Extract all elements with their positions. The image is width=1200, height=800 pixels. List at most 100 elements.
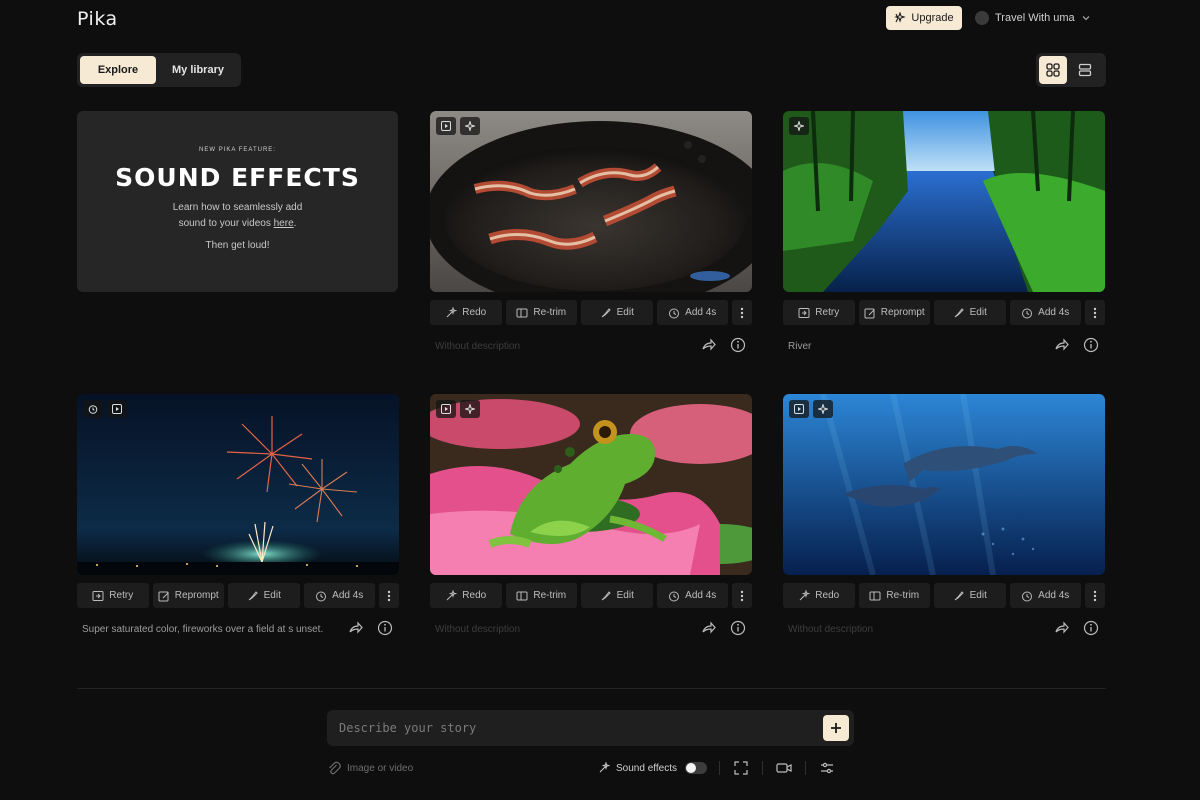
add-4s-button[interactable]: Add 4s	[1009, 300, 1081, 325]
retrim-button[interactable]: Re-trim	[858, 583, 930, 608]
add-4s-button[interactable]: Add 4s	[656, 583, 728, 608]
toggle-switch[interactable]	[684, 762, 707, 774]
card-meta: Without description	[430, 618, 752, 646]
retrim-button[interactable]: Re-trim	[505, 583, 577, 608]
attach-media-button[interactable]: Image or video	[327, 761, 413, 775]
info-icon[interactable]	[377, 620, 393, 636]
brush-icon	[954, 307, 964, 317]
video-thumbnail[interactable]	[783, 394, 1105, 575]
video-thumbnail[interactable]	[783, 111, 1105, 292]
reprompt-button[interactable]: Reprompt	[858, 300, 930, 325]
promo-kicker: NEW PIKA FEATURE:	[199, 147, 276, 153]
add-4s-button[interactable]: Add 4s	[303, 583, 375, 608]
more-vertical-icon	[740, 590, 744, 601]
info-icon[interactable]	[730, 620, 746, 636]
thumbnail-badges	[789, 117, 809, 135]
plus-icon	[831, 723, 841, 733]
add-4s-button[interactable]: Add 4s	[1009, 583, 1081, 608]
more-options-button[interactable]	[379, 583, 399, 608]
retrim-button[interactable]: Re-trim	[505, 300, 577, 325]
dolphins-image	[783, 394, 1105, 575]
reprompt-button[interactable]: Reprompt	[152, 583, 224, 608]
add-4s-button[interactable]: Add 4s	[656, 300, 728, 325]
river-image	[783, 111, 1105, 292]
video-card[interactable]: Retry Reprompt Edit Add 4s River	[783, 111, 1105, 363]
separator	[718, 761, 720, 775]
view-toggle	[1036, 53, 1106, 87]
edit-button[interactable]: Edit	[934, 583, 1006, 608]
sound-effects-toggle[interactable]: Sound effects	[598, 762, 707, 774]
video-card[interactable]: Redo Re-trim Edit Add 4s Without descrip…	[783, 394, 1105, 646]
retry-button[interactable]: Retry	[783, 300, 855, 325]
story-prompt-input[interactable]	[339, 719, 779, 737]
tab-my-library[interactable]: My library	[160, 56, 236, 84]
magic-icon	[446, 589, 458, 600]
more-vertical-icon	[1093, 307, 1097, 318]
redo-button[interactable]: Redo	[430, 583, 502, 608]
share-icon[interactable]	[700, 620, 716, 636]
play-box-icon	[436, 400, 456, 418]
reprompt-icon	[864, 308, 875, 318]
share-icon[interactable]	[1053, 620, 1069, 636]
thumbnail-badges	[789, 400, 833, 418]
tab-explore[interactable]: Explore	[80, 56, 156, 84]
pika-logo[interactable]: Pika	[77, 8, 118, 30]
video-thumbnail[interactable]	[430, 394, 752, 575]
more-options-button[interactable]	[732, 300, 752, 325]
grid-view-button[interactable]	[1039, 56, 1067, 84]
user-menu[interactable]: Travel With uma	[975, 9, 1091, 27]
retry-button[interactable]: Retry	[77, 583, 149, 608]
card-actions: Redo Re-trim Edit Add 4s	[430, 583, 752, 608]
timer-icon	[669, 308, 680, 318]
sparkle-icon	[789, 117, 809, 135]
redo-button[interactable]: Redo	[430, 300, 502, 325]
edit-button[interactable]: Edit	[581, 300, 653, 325]
edit-button[interactable]: Edit	[228, 583, 300, 608]
upgrade-button[interactable]: Upgrade	[886, 6, 962, 30]
more-vertical-icon	[1093, 590, 1097, 601]
sparkle-icon	[894, 12, 907, 23]
submit-prompt-button[interactable]	[823, 715, 849, 741]
promo-body-line1: Learn how to seamlessly add	[172, 202, 303, 213]
paperclip-icon	[329, 761, 341, 775]
promo-body-line2: sound to your videos here.	[178, 218, 297, 229]
more-options-button[interactable]	[1085, 300, 1105, 325]
video-card[interactable]: Redo Re-trim Edit Add 4s Without descrip…	[430, 394, 752, 646]
card-actions: Retry Reprompt Edit Add 4s	[77, 583, 399, 608]
settings-button[interactable]	[818, 759, 836, 777]
edit-button[interactable]: Edit	[581, 583, 653, 608]
fireworks-image	[77, 394, 399, 575]
info-icon[interactable]	[730, 337, 746, 353]
share-icon[interactable]	[700, 337, 716, 353]
video-thumbnail[interactable]	[77, 394, 399, 575]
thumbnail-badges	[83, 400, 127, 418]
redo-button[interactable]: Redo	[783, 583, 855, 608]
card-meta: Super saturated color, fireworks over a …	[77, 618, 399, 646]
avatar	[975, 11, 989, 25]
more-options-button[interactable]	[732, 583, 752, 608]
more-vertical-icon	[387, 590, 391, 601]
timer-icon	[669, 591, 680, 601]
promo-here-link[interactable]: here	[274, 218, 294, 229]
share-icon[interactable]	[347, 620, 363, 636]
video-thumbnail[interactable]	[430, 111, 752, 292]
edit-button[interactable]: Edit	[934, 300, 1006, 325]
info-icon[interactable]	[1083, 620, 1099, 636]
magic-icon	[799, 589, 811, 600]
more-options-button[interactable]	[1085, 583, 1105, 608]
video-card[interactable]: Redo Re-trim Edit Add 4s Without descrip…	[430, 111, 752, 363]
camera-control-button[interactable]	[775, 759, 793, 777]
video-card[interactable]: Retry Reprompt Edit Add 4s Super saturat…	[77, 394, 399, 646]
card-description: Without description	[788, 624, 874, 635]
reprompt-icon	[158, 591, 169, 601]
list-view-button[interactable]	[1071, 56, 1099, 84]
share-icon[interactable]	[1053, 337, 1069, 353]
card-meta: Without description	[430, 335, 752, 363]
info-icon[interactable]	[1083, 337, 1099, 353]
timer-icon	[1022, 591, 1033, 601]
brush-icon	[601, 307, 611, 317]
timer-icon	[83, 400, 103, 418]
aspect-ratio-button[interactable]	[732, 759, 750, 777]
sound-effects-promo-card: NEW PIKA FEATURE: SOUND EFFECTS Learn ho…	[77, 111, 398, 292]
bacon-pan-image	[430, 111, 752, 292]
